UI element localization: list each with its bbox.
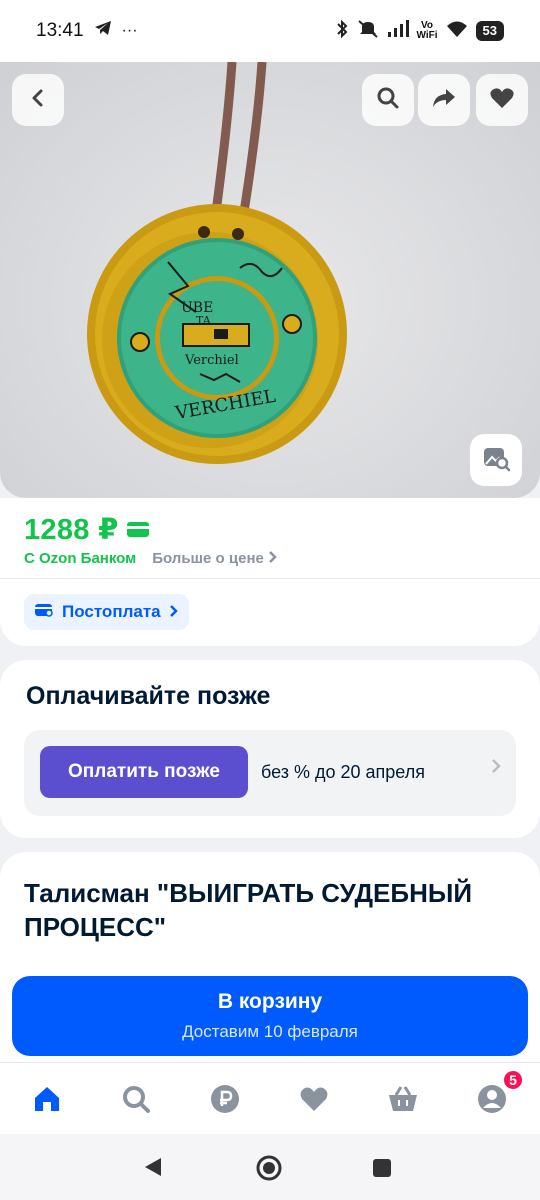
nav-recents-button[interactable]: [372, 1158, 392, 1183]
tab-finance[interactable]: [205, 1081, 245, 1121]
vowifi-bottom: WiFi: [416, 30, 438, 41]
price-section: 1288 ₽ С Ozon Банком Больше о цене Посто…: [0, 498, 540, 646]
search-icon: [121, 1084, 151, 1119]
ozon-bank-label: С Ozon Банком: [24, 550, 137, 567]
status-bar: 13:41 ··· Vo WiFi 53: [0, 0, 540, 62]
price-subrow: С Ozon Банком Больше о цене: [24, 550, 278, 567]
search-button[interactable]: [362, 74, 414, 126]
tab-home[interactable]: [27, 1081, 67, 1121]
chevron-right-icon: [169, 602, 179, 622]
price-value: 1288 ₽: [24, 514, 119, 546]
tab-search[interactable]: [116, 1081, 156, 1121]
photo-search-button[interactable]: [470, 434, 522, 486]
chevron-right-icon: [490, 758, 502, 779]
ruble-icon: [210, 1084, 240, 1119]
bluetooth-icon: [335, 19, 349, 44]
bank-card-icon: [126, 522, 149, 537]
signal-icon: [387, 19, 409, 43]
back-icon: [28, 88, 48, 113]
square-recents-icon: [373, 1159, 391, 1177]
profile-icon: [477, 1084, 507, 1119]
photo-search-icon: [482, 444, 511, 477]
more-about-price-link[interactable]: Больше о цене: [152, 550, 278, 567]
more-about-price-label: Больше о цене: [152, 550, 264, 567]
favorite-button[interactable]: [476, 74, 528, 126]
telegram-icon: [94, 20, 112, 42]
postpay-chip[interactable]: Постоплата: [24, 594, 189, 630]
status-time: 13:41: [36, 20, 84, 41]
favorites-icon: [299, 1085, 329, 1118]
pay-later-note: без % до 20 апреля: [261, 762, 425, 782]
pendant-text-name: Verchiel: [184, 353, 239, 368]
pay-later-button[interactable]: Оплатить позже: [40, 746, 248, 798]
pay-later-section: Оплачивайте позже Оплатить позже без % д…: [0, 660, 540, 838]
postpay-label: Постоплата: [62, 602, 161, 621]
pendant-text-mid: TA: [196, 314, 212, 327]
share-button[interactable]: [418, 74, 470, 126]
status-right: Vo WiFi 53: [335, 19, 504, 44]
product-title: Талисман "ВЫИГРАТЬ СУДЕБНЫЙ ПРОЦЕСС": [24, 878, 473, 942]
bottom-tab-bar: 5: [0, 1062, 540, 1134]
heart-icon: [489, 86, 515, 115]
product-image-gallery[interactable]: UBE TA Verchiel VERCHIEL: [0, 62, 540, 498]
price-row: 1288 ₽: [24, 512, 149, 547]
wifi-icon: [446, 20, 468, 43]
pay-later-row[interactable]: Оплатить позже без % до 20 апреля: [24, 730, 516, 816]
share-icon: [431, 87, 457, 114]
chevron-right-icon: [268, 550, 278, 567]
home-icon: [32, 1085, 62, 1118]
delivery-date: Доставим 10 февраля: [182, 1022, 358, 1041]
back-button[interactable]: [12, 74, 64, 126]
system-navigation-bar: [0, 1134, 540, 1200]
divider: [0, 578, 540, 579]
add-to-cart-button[interactable]: В корзину Доставим 10 февраля: [12, 976, 528, 1056]
profile-notification-badge: 5: [502, 1069, 524, 1091]
battery-indicator: 53: [475, 21, 504, 41]
triangle-back-icon: [145, 1158, 161, 1176]
add-to-cart-label: В корзину: [217, 990, 323, 1013]
status-more: ···: [121, 22, 138, 39]
circle-home-icon: [256, 1155, 282, 1181]
tab-favorites[interactable]: [294, 1081, 334, 1121]
vowifi-label: Vo WiFi: [417, 21, 438, 41]
mute-icon: [357, 19, 379, 44]
product-photo: UBE TA Verchiel VERCHIEL: [87, 62, 347, 464]
nav-home-button[interactable]: [255, 1154, 283, 1187]
pay-later-title: Оплачивайте позже: [26, 682, 271, 710]
search-icon: [376, 86, 400, 115]
status-left: 13:41 ···: [36, 20, 138, 42]
basket-icon: [387, 1085, 419, 1118]
tab-cart[interactable]: [383, 1081, 423, 1121]
nav-back-button[interactable]: [142, 1156, 164, 1183]
wallet-icon: [34, 602, 54, 623]
